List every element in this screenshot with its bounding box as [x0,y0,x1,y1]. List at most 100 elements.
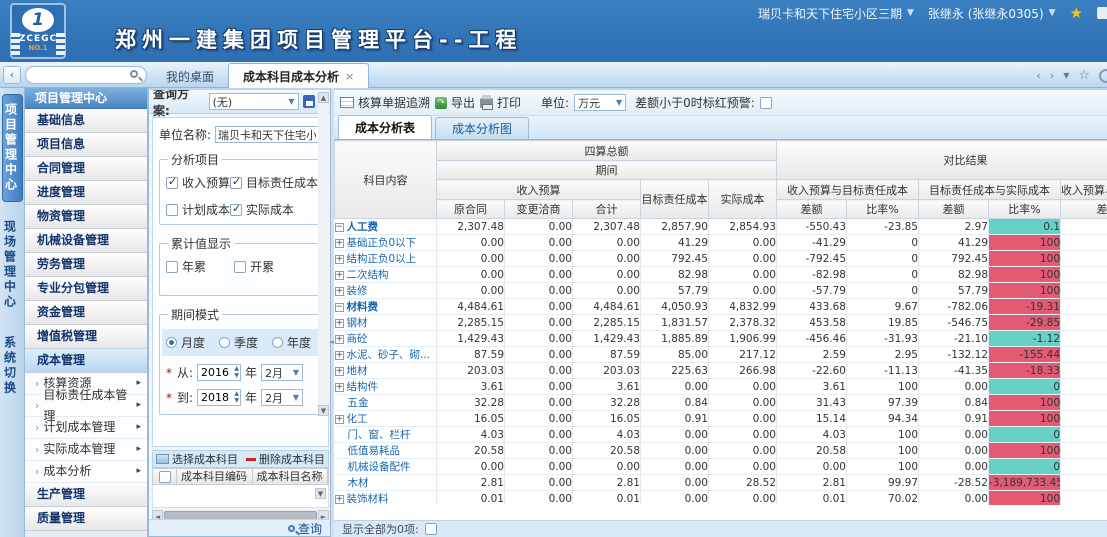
subject-cell[interactable]: +二次结构 [335,267,437,283]
checkbox-option[interactable]: 实际成本 [230,201,318,218]
subject-grid-column[interactable]: 成本科目编码 [177,469,253,484]
spinner-arrows-icon[interactable]: ▲▼ [234,390,239,404]
radio-icon[interactable] [272,337,283,348]
module-tab[interactable]: 系统切换 [2,328,23,404]
select-subject-icon[interactable] [156,454,169,464]
close-tab-icon[interactable]: × [345,70,354,83]
checkbox-option[interactable]: 目标责任成本 [230,174,318,191]
sidebar-item[interactable]: 机械设备管理 [25,229,147,253]
radio-option[interactable]: 月度 [166,334,205,351]
spinner-arrows-icon[interactable]: ▲▼ [234,365,239,379]
content-tab[interactable]: 成本分析图 [435,117,529,139]
search-input[interactable] [33,68,128,82]
subject-cell[interactable]: +水泥、砂子、砌... [335,347,437,363]
back-button[interactable]: ‹ [3,66,21,84]
subject-cell[interactable]: +化工 [335,411,437,427]
sidebar-item[interactable]: 进度管理 [25,181,147,205]
radio-option[interactable]: 季度 [219,334,258,351]
subject-link[interactable]: 商砼 [347,333,368,345]
search-icon[interactable] [130,70,138,78]
checkbox-icon[interactable] [234,261,246,273]
table-row[interactable]: +装修0.000.000.0057.790.00-57.79057.79100 [335,283,1107,299]
sidebar-item[interactable]: 生产管理 [25,483,147,507]
sidebar-item[interactable]: 项目信息 [25,133,147,157]
sidebar-subitem[interactable]: ›实际成本管理▸ [25,439,147,461]
sidebar-item[interactable]: 增值税管理 [25,325,147,349]
delete-subject-button[interactable]: 删除成本科目 [259,451,325,467]
expand-icon[interactable]: + [335,495,344,504]
table-row[interactable]: −人工费2,307.480.002,307.482,857.902,854.93… [335,219,1107,235]
checkbox-option[interactable]: 计划成本 [166,201,230,218]
expand-icon[interactable]: + [335,335,344,344]
table-row[interactable]: −材料费4,484.610.004,484.614,050.934,832.99… [335,299,1107,315]
subject-link[interactable]: 结构件 [347,381,379,393]
table-row[interactable]: +钢材2,285.150.002,285.151,831.572,378.324… [335,315,1107,331]
table-row[interactable]: +化工16.050.0016.050.910.0015.1494.340.911… [335,411,1107,427]
table-row[interactable]: +商砼1,429.430.001,429.431,885.891,906.99-… [335,331,1107,347]
subject-link[interactable]: 钢材 [347,317,368,329]
subject-link[interactable]: 基础正负0以下 [347,237,417,249]
user-menu[interactable]: 张继永 (张继永0305) ▼ [928,5,1056,22]
refresh-icon[interactable] [1099,69,1107,83]
table-row[interactable]: 低值易耗品20.580.0020.580.000.0020.581000.001… [335,443,1107,459]
expand-icon[interactable]: + [335,319,344,328]
checkbox-option[interactable]: 开累 [234,258,316,275]
subject-link[interactable]: 装饰材料 [347,493,389,505]
subject-cell[interactable]: 五金 [335,395,437,411]
expand-icon[interactable]: + [335,255,344,264]
subject-cell[interactable]: 木材 [335,475,437,491]
scroll-tabs-right-icon[interactable]: › [1050,69,1054,82]
to-year-spinner[interactable]: 2018 ▲▼ [197,389,241,406]
query-form-scrollbar[interactable]: ▲ ▼ [318,92,329,416]
project-selector[interactable]: 瑞贝卡和天下住宅小区三期 ▼ [758,5,914,22]
module-tab[interactable]: 现场管理中心 [2,212,23,318]
checkbox-icon[interactable] [166,261,178,273]
scroll-up-icon[interactable]: ▲ [318,92,329,103]
sidebar-item[interactable]: 物资管理 [25,205,147,229]
collapse-icon[interactable]: − [335,223,344,232]
subject-link[interactable]: 地材 [347,365,368,377]
sidebar-item[interactable]: 资金管理 [25,301,147,325]
subject-link[interactable]: 五金 [348,397,369,409]
subject-link[interactable]: 木材 [348,477,369,489]
expand-icon[interactable]: + [335,351,344,360]
subject-cell[interactable]: +结构件 [335,379,437,395]
table-row[interactable]: +水泥、砂子、砌...87.590.0087.5985.00217.122.59… [335,347,1107,363]
table-row[interactable]: 门、窗、栏杆4.030.004.030.000.004.031000.000 [335,427,1107,443]
subject-cell[interactable]: −材料费 [335,299,437,315]
scroll-tabs-left-icon[interactable]: ‹ [1036,69,1040,82]
favorite-star-icon[interactable]: ★ [1070,4,1083,22]
expand-icon[interactable]: + [335,239,344,248]
subject-link[interactable]: 二次结构 [347,269,389,281]
table-row[interactable]: 木材2.810.002.810.0028.522.8199.97-28.52-3… [335,475,1107,491]
scheme-select[interactable]: (无) ▼ [209,93,299,110]
from-year-spinner[interactable]: 2016 ▲▼ [197,364,241,381]
select-subject-button[interactable]: 选择成本科目 [172,451,238,467]
unit-select[interactable]: 万元 ▼ [574,94,626,111]
subject-cell[interactable]: 低值易耗品 [335,443,437,459]
trace-voucher-button[interactable]: 核算单据追溯 [340,94,430,111]
subject-cell[interactable]: 机械设备配件 [335,459,437,475]
unit-name-input[interactable] [215,126,319,143]
workspace-tab[interactable]: 我的桌面 [152,64,228,88]
query-search-icon[interactable] [288,525,295,532]
select-all-checkbox[interactable] [159,471,171,483]
from-month-select[interactable]: 2月 ▼ [261,364,303,381]
sidebar-subitem[interactable]: ›计划成本管理▸ [25,417,147,439]
subject-link[interactable]: 机械设备配件 [348,461,411,473]
subject-cell[interactable]: +装饰材料 [335,491,437,506]
checkbox-option[interactable]: 年累 [166,258,234,275]
checkbox-icon[interactable] [166,204,178,216]
table-row[interactable]: +地材203.030.00203.03225.63266.98-22.60-11… [335,363,1107,379]
query-button[interactable]: 查询 [298,520,322,537]
subject-cell[interactable]: +装修 [335,283,437,299]
subject-link[interactable]: 水泥、砂子、砌... [347,349,431,361]
sidebar-subitem[interactable]: ›成本分析▸ [25,461,147,483]
export-button[interactable]: ↷ 导出 [435,94,475,111]
subject-cell[interactable]: +结构正负0以上 [335,251,437,267]
sidebar-header[interactable]: 项目管理中心 [25,88,147,109]
table-row[interactable]: 五金32.280.0032.280.840.0031.4397.390.8410… [335,395,1107,411]
expand-icon[interactable]: + [335,415,344,424]
table-row[interactable]: 机械设备配件0.000.000.000.000.000.001000.000 [335,459,1107,475]
subject-link[interactable]: 低值易耗品 [348,445,401,457]
